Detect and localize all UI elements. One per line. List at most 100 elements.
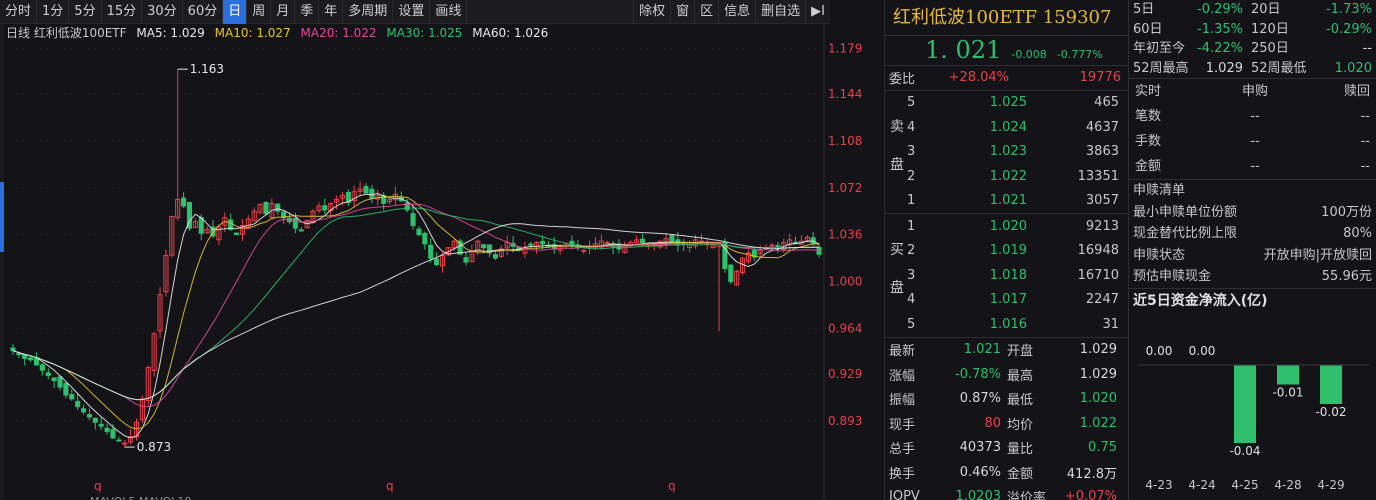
stat-value-2: 1.020 [1079,391,1117,407]
stat-label: 涨幅 [889,368,916,384]
candle-body [263,201,269,215]
stat-value-2: 1.029 [1079,342,1117,358]
creation-title-row: 申赎清单 [1129,180,1376,202]
kline-chart[interactable]: 日线 红利低波100ETF MA5: 1.029 MA10: 1.027 MA2… [0,24,884,500]
buy-price: 1.018 [989,267,1027,283]
candle-body [104,427,110,432]
period-tab-9[interactable]: 季 [295,0,320,24]
last-price: 1. 021 [925,36,1002,64]
weibi-value: 19776 [1079,70,1121,86]
perf-value-2: 1.020 [1334,60,1372,76]
creation-key: 申赎状态 [1133,247,1186,263]
flow-bar [1320,364,1342,404]
buy-side-label-1: 买 [890,242,904,258]
price-block: 1. 021 -0.008 -0.777% [885,36,1128,66]
stat-label-2: 最低 [1007,393,1034,409]
stat-value-2: 412.8万 [1066,466,1117,482]
buy-price: 1.020 [989,218,1027,234]
sell-book: 卖 盘 5 1.025 465 4 1.024 4637 3 1.023 3863 2 1.022 1… [885,91,1128,214]
perf-value: -1.35% [1197,21,1243,37]
volume-legend: MAVOL5 MAVOL10 [90,495,191,500]
flow-date-label: 4-25 [1231,478,1258,492]
stats-row: IOPV 1.0203 溢价率 +0.07% [885,485,1128,500]
period-tab-11[interactable]: 多周期 [343,0,394,24]
period-tab-5[interactable]: 60分 [183,0,224,24]
buy-volume: 16948 [1077,243,1119,259]
period-tab-0[interactable]: 分时 [0,0,38,24]
flow-date-label: 4-29 [1317,478,1344,492]
candle-body [581,249,587,252]
perf-value-2: -- [1362,41,1372,56]
sell-price: 1.021 [989,193,1027,209]
candle-body [463,257,469,263]
period-tab-1[interactable]: 1分 [37,0,70,24]
ma60-line [12,223,820,401]
flow-bar-label: -0.01 [1272,385,1303,399]
creation-title: 申赎清单 [1133,183,1186,198]
creation-value: 开放申购|开放赎回 [1263,247,1372,263]
price-change: -0.008 [1011,48,1047,61]
stats-row: 最新 1.021 开盘 1.029 [885,338,1128,363]
realtime-header-cell: 申购 [1241,84,1268,99]
realtime-row: 手数 -- -- [1129,129,1376,154]
perf-label: 52周最高 [1133,60,1189,76]
candle-body [292,217,298,229]
period-tab-13[interactable]: 画线 [430,0,468,24]
security-title: 红利低波100ETF 159307 [885,0,1128,36]
buy-level: 5 [907,316,916,332]
flow-bar [1234,364,1256,443]
toolbar-action-3[interactable]: 信息 [718,0,755,24]
stats-row: 振幅 0.87% 最低 1.020 [885,387,1128,412]
toolbar-action-1[interactable]: 窗 [670,0,694,24]
y-tick-label: 1.108 [828,134,862,148]
creation-row: 申赎状态 开放申购|开放赎回 [1129,245,1376,267]
candle-body [63,383,69,396]
buy-level-row: 4 1.017 2247 [885,288,1128,313]
toolbar-action-4[interactable]: 删自选 [755,0,805,24]
y-tick-label: 1.179 [828,41,862,55]
sell-level-row: 4 1.024 4637 [885,115,1128,140]
creation-row: 现金替代比例上限 80% [1129,223,1376,245]
toolbar-action-5[interactable]: ▶I [805,0,830,24]
perf-row: 5日 -0.29% 20日 -1.73% [1129,0,1376,20]
flow-bar-label: 0.00 [1189,344,1216,358]
flow-date-label: 4-28 [1274,478,1301,492]
toolbar-action-0[interactable]: 除权 [633,0,670,24]
bottom-mark: q [94,479,102,493]
stat-label: 现手 [889,417,916,433]
stats-row: 换手 0.46% 金额 412.8万 [885,460,1128,485]
realtime-cell: 笔数 [1135,109,1162,124]
bottom-mark: q [386,479,394,493]
candle-body [86,414,92,418]
fund-info-panel: 5日 -0.29% 20日 -1.73% 60日 -1.35% 120日 -0.29% 年初至今… [1128,0,1376,500]
candle-body [122,442,128,445]
period-tab-8[interactable]: 月 [271,0,296,24]
period-tab-7[interactable]: 周 [247,0,272,24]
realtime-header: 实时 申购 赎回 [1129,79,1376,104]
period-tab-12[interactable]: 设置 [393,0,431,24]
period-tab-2[interactable]: 5分 [69,0,102,24]
toolbar-action-2[interactable]: 区 [694,0,718,24]
candle-body [363,185,369,194]
buy-volume: 2247 [1085,292,1119,308]
period-tab-10[interactable]: 年 [319,0,344,24]
buy-price: 1.019 [989,243,1027,259]
period-tab-3[interactable]: 15分 [102,0,143,24]
left-edge-marker[interactable] [0,182,4,252]
high-annotation: 1.163 [190,62,224,76]
candle-body [75,400,81,408]
y-tick-label: 0.893 [828,414,862,428]
stat-label-2: 开盘 [1007,344,1034,360]
period-tab-6[interactable]: 日 [223,0,248,24]
sell-level-row: 3 1.023 3863 [885,140,1128,165]
kline-svg[interactable]: 1.179 1.144 1.108 1.072 1.036 1.000 0.964 0.929… [0,24,884,500]
perf-value: -0.29% [1197,2,1243,17]
sell-level: 5 [907,95,916,111]
creation-value: 80% [1343,226,1372,241]
stats-row: 现手 80 均价 1.022 [885,411,1128,436]
candle-body [80,408,87,413]
buy-level-row: 5 1.016 31 [885,312,1128,337]
perf-value: 1.029 [1205,60,1243,76]
period-tab-4[interactable]: 30分 [142,0,183,24]
candle-body [416,228,422,236]
